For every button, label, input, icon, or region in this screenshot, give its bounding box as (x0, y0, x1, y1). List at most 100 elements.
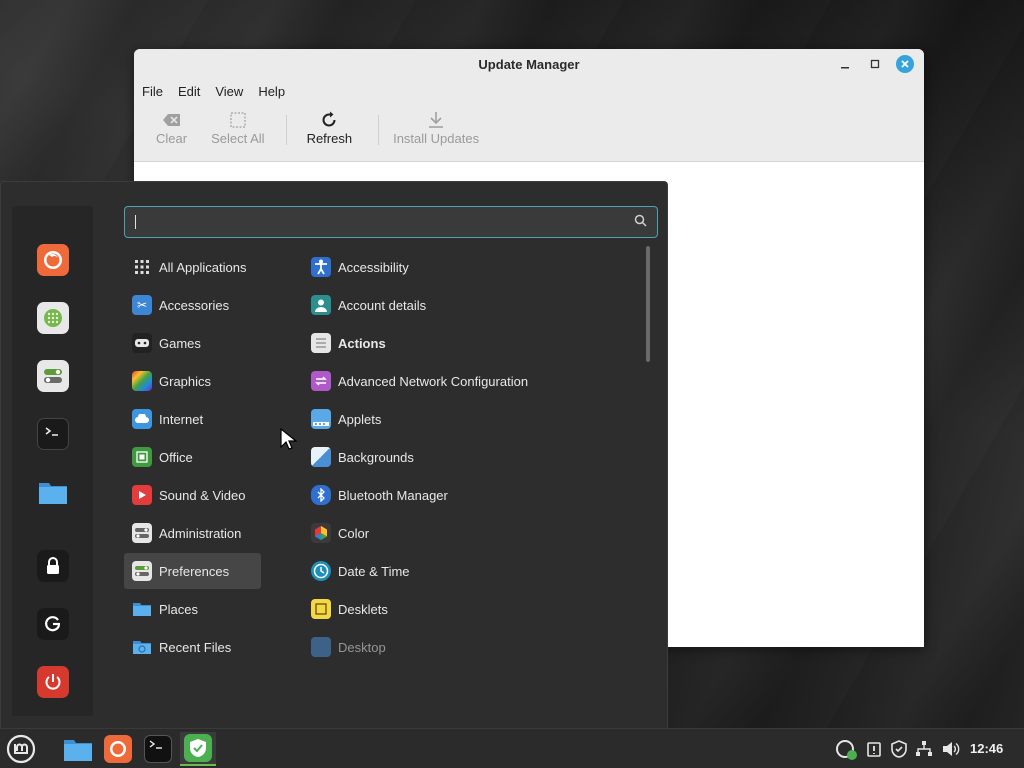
graphics-icon (132, 371, 152, 391)
category-places[interactable]: Places (124, 591, 261, 627)
app-label: Desktop (338, 639, 386, 655)
application-menu: All Applications ✂ Accessories Games Gra… (0, 181, 668, 728)
tray-volume[interactable] (941, 729, 961, 768)
app-desktop[interactable]: Desktop (303, 629, 633, 665)
category-preferences[interactable]: Preferences (124, 553, 261, 589)
favorite-software-manager[interactable] (37, 302, 69, 334)
favorite-firefox[interactable] (37, 244, 69, 276)
menu-view[interactable]: View (215, 84, 243, 99)
select-all-button[interactable]: Select All (211, 109, 265, 146)
notification-icon (867, 742, 881, 757)
category-graphics[interactable]: Graphics (124, 363, 261, 399)
app-bluetooth-manager[interactable]: Bluetooth Manager (303, 477, 633, 513)
minimize-icon (841, 67, 849, 69)
app-account-details[interactable]: Account details (303, 287, 633, 323)
desktop-icon (311, 637, 331, 657)
shield-icon (891, 740, 907, 758)
app-desklets[interactable]: Desklets (303, 591, 633, 627)
category-games[interactable]: Games (124, 325, 261, 361)
category-label: Sound & Video (159, 487, 246, 503)
clear-label: Clear (156, 131, 188, 146)
app-actions[interactable]: Actions (303, 325, 633, 361)
close-button[interactable] (896, 55, 914, 73)
logout-button[interactable] (37, 608, 69, 640)
app-label: Desklets (338, 601, 388, 617)
taskbar-terminal[interactable] (140, 732, 176, 766)
category-all-applications[interactable]: All Applications (124, 249, 261, 285)
search-icon (634, 214, 647, 230)
close-icon (901, 60, 909, 68)
menu-button[interactable] (3, 732, 39, 766)
taskbar-update-manager[interactable] (180, 732, 216, 766)
app-color[interactable]: Color (303, 515, 633, 551)
favorite-terminal[interactable] (37, 418, 69, 450)
actions-icon (311, 333, 331, 353)
clock[interactable]: 12:46 (970, 741, 1003, 756)
accessibility-icon (311, 257, 331, 277)
office-icon (132, 447, 152, 467)
menu-help[interactable]: Help (258, 84, 285, 99)
clear-icon (162, 109, 182, 131)
minimize-button[interactable] (836, 55, 854, 73)
app-label: Backgrounds (338, 449, 414, 465)
favorite-files[interactable] (37, 476, 69, 508)
network-icon (916, 741, 932, 756)
maximize-button[interactable] (866, 55, 884, 73)
app-applets[interactable]: Applets (303, 401, 633, 437)
power-icon (45, 674, 61, 690)
app-accessibility[interactable]: Accessibility (303, 249, 633, 285)
grid-icon (132, 257, 152, 277)
toolbar: Clear Select All Refresh Install Updates (134, 103, 924, 162)
menu-file[interactable]: File (142, 84, 163, 99)
refresh-button[interactable]: Refresh (307, 109, 352, 146)
taskbar-firefox[interactable] (100, 732, 136, 766)
category-label: Graphics (159, 373, 212, 389)
tray-notifications[interactable] (866, 729, 882, 768)
update-status-icon (836, 740, 857, 760)
app-label: Actions (338, 335, 386, 351)
app-label: Accessibility (338, 259, 409, 275)
menu-bar: File Edit View Help (134, 79, 924, 103)
category-administration[interactable]: Administration (124, 515, 261, 551)
category-label: All Applications (159, 259, 247, 275)
category-label: Places (159, 601, 199, 617)
scrollbar[interactable] (646, 246, 650, 362)
tray-security[interactable] (890, 729, 908, 768)
desklets-icon (311, 599, 331, 619)
tray-update-status[interactable] (834, 729, 858, 768)
tray-network[interactable] (915, 729, 933, 768)
category-label: Office (159, 449, 193, 465)
maximize-icon (870, 59, 880, 69)
app-advanced-network-configuration[interactable]: Advanced Network Configuration (303, 363, 633, 399)
category-recent-files[interactable]: Recent Files (124, 629, 261, 665)
app-date-time[interactable]: Date & Time (303, 553, 633, 589)
mouse-cursor-icon (280, 427, 298, 455)
game-controller-icon (132, 333, 152, 353)
recent-folder-icon (132, 637, 152, 657)
category-accessories[interactable]: ✂ Accessories (124, 287, 261, 323)
shutdown-button[interactable] (37, 666, 69, 698)
favorite-settings[interactable] (37, 360, 69, 392)
taskbar-files[interactable] (60, 732, 96, 766)
category-label: Administration (159, 525, 242, 541)
category-label: Internet (159, 411, 204, 427)
taskbar: 12:46 (0, 728, 1024, 768)
app-backgrounds[interactable]: Backgrounds (303, 439, 633, 475)
preferences-icon (132, 561, 152, 581)
play-icon (132, 485, 152, 505)
app-label: Applets (338, 411, 382, 427)
category-office[interactable]: Office (124, 439, 261, 475)
search-box[interactable] (124, 206, 658, 238)
lock-screen-button[interactable] (37, 550, 69, 582)
select-all-icon (230, 109, 246, 131)
category-label: Recent Files (159, 639, 232, 655)
title-bar[interactable]: Update Manager (134, 49, 924, 79)
category-sound-video[interactable]: Sound & Video (124, 477, 261, 513)
clear-button[interactable]: Clear (156, 109, 187, 146)
terminal-icon (144, 735, 172, 763)
backgrounds-icon (311, 447, 331, 467)
install-updates-button[interactable]: Install Updates (393, 109, 479, 146)
search-input[interactable] (136, 214, 634, 230)
category-internet[interactable]: Internet (124, 401, 261, 437)
menu-edit[interactable]: Edit (178, 84, 200, 99)
